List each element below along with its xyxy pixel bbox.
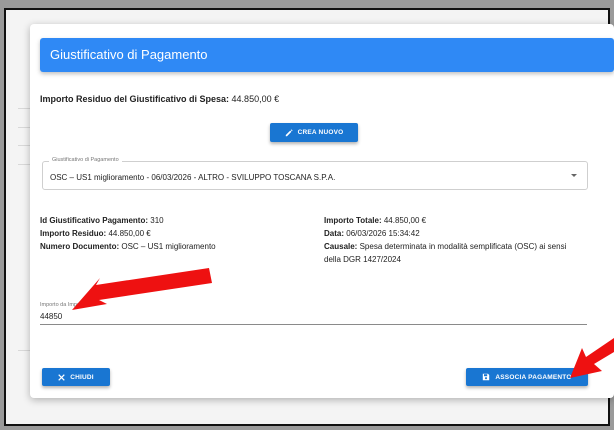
red-arrow-associa [570,338,614,378]
red-arrow-importo [72,268,212,310]
annotation-arrows [72,268,614,378]
